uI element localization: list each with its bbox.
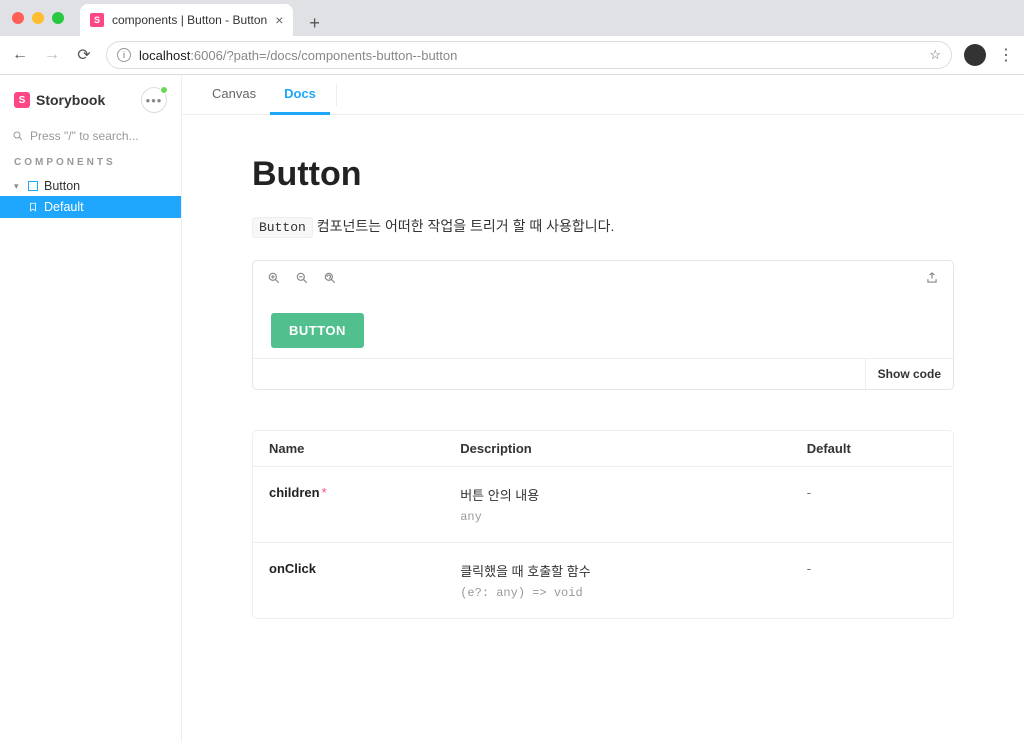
browser-chrome: S components | Button - Button × + ← → ⟳… (0, 0, 1024, 75)
ellipsis-icon: ••• (146, 93, 163, 108)
sidebar-header: S Storybook ••• (0, 75, 181, 123)
required-marker: * (322, 485, 327, 500)
open-external-icon[interactable] (925, 271, 939, 285)
bookmark-star-icon[interactable]: ☆ (929, 47, 941, 63)
sidebar-section-label: COMPONENTS (0, 157, 181, 176)
site-info-icon[interactable]: i (117, 48, 131, 62)
arg-description: 버튼 안의 내용 (460, 485, 775, 504)
zoom-reset-icon[interactable] (323, 271, 337, 285)
close-tab-icon[interactable]: × (275, 12, 283, 28)
tab-canvas[interactable]: Canvas (198, 75, 270, 115)
browser-titlebar: S components | Button - Button × + (0, 0, 1024, 36)
caret-down-icon: ▾ (14, 181, 22, 192)
url-host: localhost (139, 48, 190, 63)
table-row: onClick 클릭했을 때 호출할 함수 (e?: any) => void - (253, 543, 953, 619)
browser-menu-icon[interactable]: ⋮ (998, 45, 1014, 65)
zoom-in-icon[interactable] (267, 271, 281, 285)
forward-button[interactable]: → (42, 46, 62, 64)
demo-button[interactable]: BUTTON (271, 313, 364, 348)
browser-tab[interactable]: S components | Button - Button × (80, 4, 293, 36)
arg-description: 클릭했을 때 호출할 함수 (460, 561, 775, 580)
sidebar: S Storybook ••• Press "/" to search... C… (0, 75, 182, 742)
back-button[interactable]: ← (10, 46, 30, 64)
zoom-out-icon[interactable] (295, 271, 309, 285)
arg-name: onClick (269, 561, 316, 576)
args-table-container: Name Description Default children* 버튼 안의… (252, 430, 954, 619)
browser-tab-title: components | Button - Button (112, 13, 267, 27)
toolbar-separator (336, 84, 337, 106)
arg-default: - (791, 467, 953, 543)
search-input[interactable]: Press "/" to search... (12, 129, 169, 143)
sidebar-menu-button[interactable]: ••• (141, 87, 167, 113)
brand-name: Storybook (36, 92, 105, 108)
reload-button[interactable]: ⟳ (74, 45, 94, 65)
tab-canvas-label: Canvas (212, 86, 256, 101)
storybook-favicon: S (90, 13, 104, 27)
page-description: Button 컴포넌트는 어떠한 작업을 트리거 할 때 사용합니다. (252, 216, 954, 236)
storybook-logo-icon: S (14, 92, 30, 108)
new-tab-button[interactable]: + (303, 11, 326, 36)
profile-avatar[interactable] (964, 44, 986, 66)
sidebar-story-label: Default (44, 200, 84, 214)
preview-toolbar (253, 261, 953, 295)
notification-badge (160, 86, 168, 94)
close-window-button[interactable] (12, 12, 24, 24)
args-table: Name Description Default children* 버튼 안의… (253, 431, 953, 618)
url-path: :6006/?path=/docs/components-button--but… (190, 48, 457, 63)
component-icon (28, 181, 38, 191)
story-preview: BUTTON Show code (252, 260, 954, 390)
doc-toolbar: Canvas Docs (182, 75, 1024, 115)
args-head-default: Default (791, 431, 953, 467)
search-icon (12, 130, 24, 142)
arg-default: - (791, 543, 953, 619)
page-title: Button (252, 155, 954, 194)
description-text: 컴포넌트는 어떠한 작업을 트리거 할 때 사용합니다. (313, 218, 615, 234)
minimize-window-button[interactable] (32, 12, 44, 24)
sidebar-story-default[interactable]: Default (0, 196, 181, 218)
doc-body: Button Button 컴포넌트는 어떠한 작업을 트리거 할 때 사용합니… (182, 115, 1024, 659)
preview-footer: Show code (253, 358, 953, 389)
tab-docs[interactable]: Docs (270, 75, 330, 115)
show-code-button[interactable]: Show code (865, 359, 953, 389)
preview-canvas: BUTTON (253, 295, 953, 358)
sidebar-item-label: Button (44, 179, 80, 193)
table-row: children* 버튼 안의 내용 any - (253, 467, 953, 543)
window-controls (12, 12, 64, 24)
maximize-window-button[interactable] (52, 12, 64, 24)
bookmark-icon (28, 202, 38, 212)
browser-tabs: S components | Button - Button × + (80, 0, 326, 36)
arg-name: children (269, 485, 320, 500)
browser-toolbar: ← → ⟳ i localhost:6006/?path=/docs/compo… (0, 36, 1024, 74)
main-panel: Canvas Docs Button Button 컴포넌트는 어떠한 작업을 … (182, 75, 1024, 742)
args-head-name: Name (253, 431, 444, 467)
sidebar-item-button[interactable]: ▾ Button (0, 176, 181, 196)
tab-docs-label: Docs (284, 86, 316, 101)
search-placeholder: Press "/" to search... (30, 129, 139, 143)
storybook-app: S Storybook ••• Press "/" to search... C… (0, 75, 1024, 742)
arg-type: any (460, 510, 775, 524)
address-bar[interactable]: i localhost:6006/?path=/docs/components-… (106, 41, 952, 69)
arg-type: (e?: any) => void (460, 586, 775, 600)
args-head-description: Description (444, 431, 791, 467)
inline-code: Button (252, 217, 313, 238)
